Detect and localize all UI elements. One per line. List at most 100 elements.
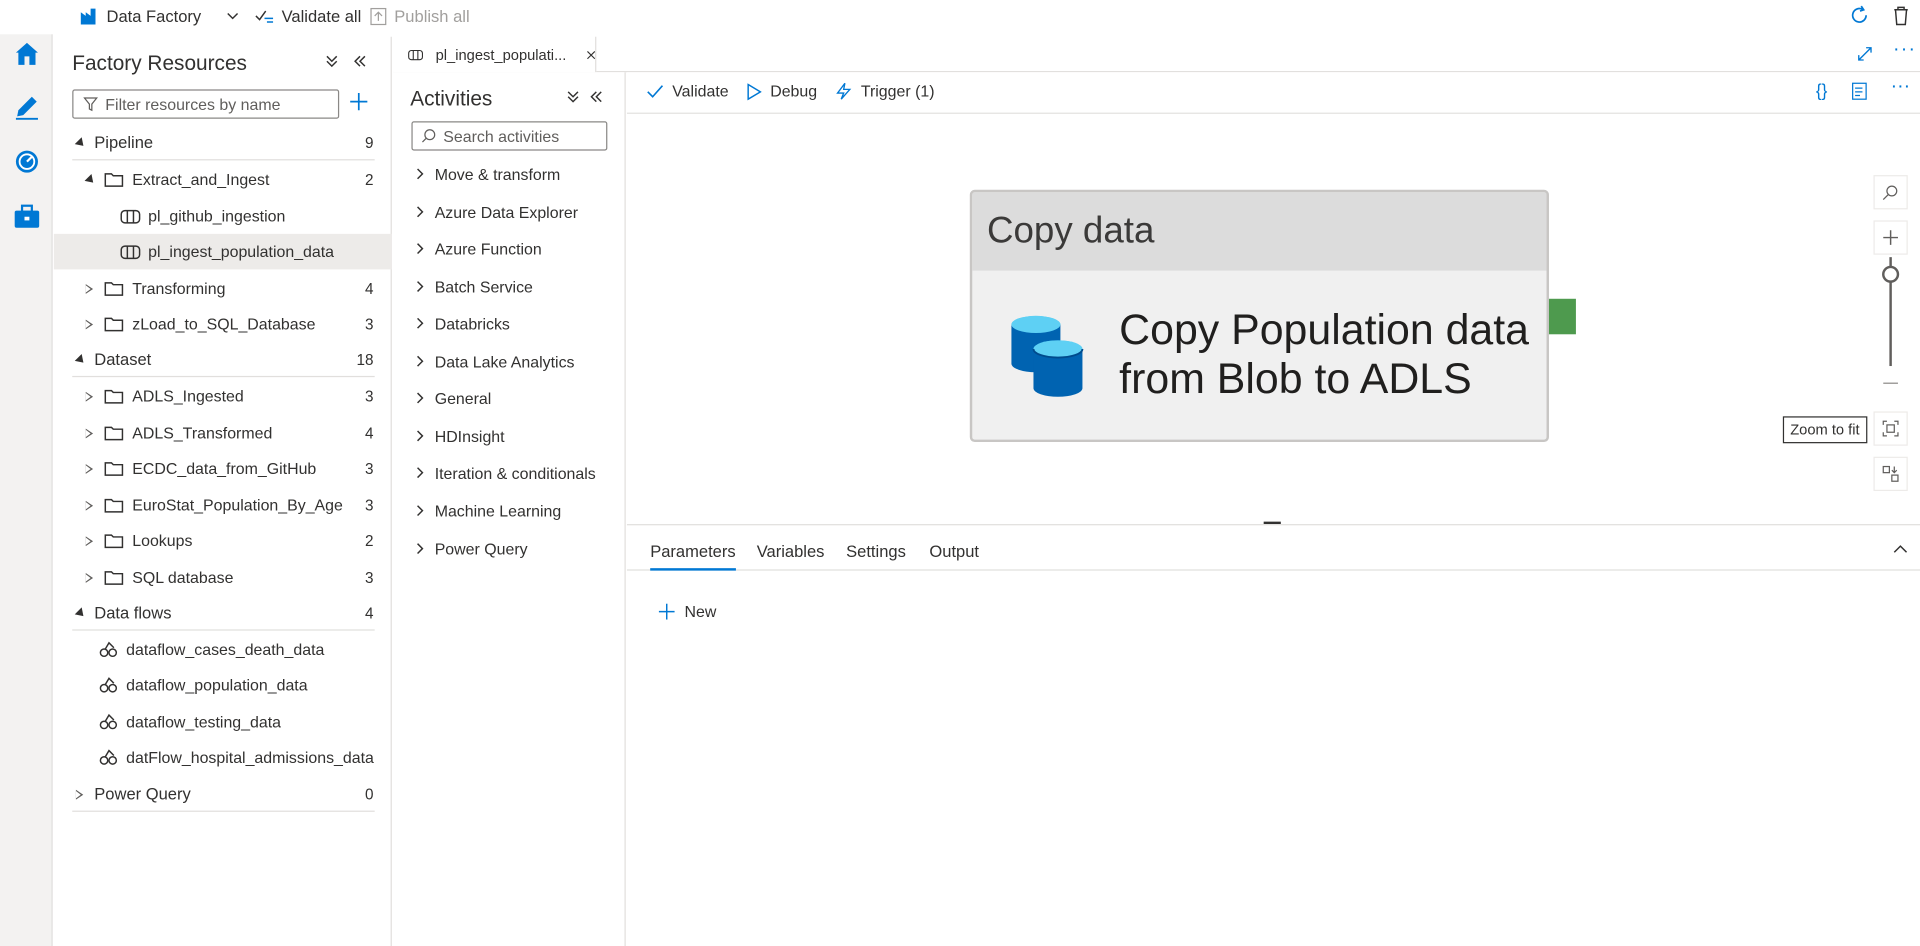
validate-all-button[interactable]: Validate all bbox=[255, 0, 361, 32]
discard-all-icon[interactable] bbox=[1892, 5, 1910, 26]
zoom-search-button[interactable] bbox=[1873, 175, 1908, 210]
author-pencil-icon[interactable] bbox=[10, 89, 44, 123]
activity-category[interactable]: Databricks bbox=[415, 311, 510, 335]
folder-icon bbox=[104, 426, 124, 440]
maximize-icon[interactable] bbox=[1858, 47, 1873, 62]
trigger-label: Trigger (1) bbox=[860, 82, 935, 101]
activity-category-label: Iteration & conditionals bbox=[434, 463, 596, 482]
activity-category-label: Power Query bbox=[434, 539, 528, 558]
activity-category[interactable]: Azure Function bbox=[415, 236, 542, 260]
search-activities-input[interactable]: Search activities bbox=[411, 121, 608, 151]
tab-pipeline[interactable]: pl_ingest_populati... bbox=[393, 36, 597, 73]
trigger-button[interactable]: Trigger (1) bbox=[835, 82, 935, 101]
publish-all-button[interactable]: Publish all bbox=[370, 0, 470, 32]
manage-toolbox-icon[interactable] bbox=[10, 200, 44, 234]
group-dataset[interactable]: Dataset 18 bbox=[54, 342, 392, 378]
folder-count: 2 bbox=[364, 532, 374, 550]
group-power-query[interactable]: Power Query 0 bbox=[54, 776, 392, 812]
folder-extract-and-ingest[interactable]: Extract_and_Ingest 2 bbox=[54, 162, 392, 198]
group-data-flows[interactable]: Data flows 4 bbox=[54, 595, 392, 631]
folder-dataset[interactable]: ECDC_data_from_GitHub 3 bbox=[54, 451, 392, 487]
folder-zload[interactable]: zLoad_to_SQL_Database 3 bbox=[54, 306, 392, 342]
dataflow-item[interactable]: dataflow_testing_data bbox=[54, 704, 392, 740]
group-pipeline[interactable]: Pipeline 9 bbox=[54, 125, 392, 161]
folder-dataset[interactable]: ADLS_Ingested 3 bbox=[54, 378, 392, 414]
code-braces-icon[interactable]: {} bbox=[1816, 81, 1827, 101]
publish-all-label: Publish all bbox=[394, 6, 470, 26]
debug-button[interactable]: Debug bbox=[747, 82, 817, 100]
folder-dataset[interactable]: ADLS_Transformed 4 bbox=[54, 415, 392, 451]
collapse-all-icon[interactable] bbox=[566, 89, 581, 104]
activity-category[interactable]: Power Query bbox=[415, 536, 528, 560]
validate-button[interactable]: Validate bbox=[647, 82, 729, 100]
activity-category[interactable]: Move & transform bbox=[415, 162, 560, 186]
factory-resources-title: Factory Resources bbox=[72, 51, 247, 75]
collapse-all-icon[interactable] bbox=[324, 54, 339, 69]
folder-count: 4 bbox=[364, 279, 374, 297]
collapse-panel-icon[interactable] bbox=[589, 89, 604, 104]
folder-dataset[interactable]: EuroStat_Population_By_Age 3 bbox=[54, 487, 392, 523]
zoom-out-button[interactable] bbox=[1873, 366, 1908, 401]
activity-category[interactable]: General bbox=[415, 386, 491, 410]
folder-transforming[interactable]: Transforming 4 bbox=[54, 271, 392, 307]
activity-category[interactable]: Batch Service bbox=[415, 274, 533, 298]
pipeline-item[interactable]: pl_github_ingestion bbox=[54, 198, 392, 234]
group-data-flows-label: Data flows bbox=[94, 603, 172, 623]
zoom-slider-thumb[interactable] bbox=[1882, 265, 1900, 283]
activity-category[interactable]: Machine Learning bbox=[415, 498, 561, 522]
activity-category[interactable]: Azure Data Explorer bbox=[415, 200, 578, 224]
dataflow-icon bbox=[99, 713, 118, 730]
data-factory-selector[interactable]: Data Factory bbox=[80, 0, 241, 32]
chevron-right-icon bbox=[417, 392, 424, 404]
factory-icon bbox=[80, 8, 96, 25]
folder-label: zLoad_to_SQL_Database bbox=[132, 314, 316, 334]
dataflow-item[interactable]: dataflow_cases_death_data bbox=[54, 632, 392, 668]
folder-label: Extract_and_Ingest bbox=[132, 170, 270, 189]
close-tab-icon[interactable] bbox=[586, 48, 595, 60]
activity-category-label: Machine Learning bbox=[434, 501, 562, 520]
dataflow-item[interactable]: dataflow_population_data bbox=[54, 667, 392, 703]
folder-dataset[interactable]: Lookups 2 bbox=[54, 523, 392, 559]
folder-count: 3 bbox=[364, 387, 374, 405]
home-icon[interactable] bbox=[10, 37, 44, 71]
activity-category[interactable]: Data Lake Analytics bbox=[415, 349, 575, 373]
expanded-arrow-icon bbox=[74, 606, 87, 619]
zoom-to-fit-button[interactable] bbox=[1873, 411, 1908, 446]
folder-label: Lookups bbox=[132, 531, 193, 550]
activity-category[interactable]: HDInsight bbox=[415, 424, 505, 448]
zoom-in-button[interactable] bbox=[1873, 220, 1908, 255]
collapse-panel-icon[interactable] bbox=[353, 54, 368, 69]
copy-data-activity[interactable]: Copy data Copy Population data from Blob… bbox=[969, 189, 1549, 443]
tab-parameters[interactable]: Parameters bbox=[650, 542, 736, 571]
dataflow-item[interactable]: datFlow_hospital_admissions_data bbox=[54, 740, 392, 776]
collapsed-arrow-icon bbox=[75, 789, 84, 799]
pipeline-item-selected[interactable]: pl_ingest_population_data bbox=[53, 233, 392, 270]
add-resource-icon[interactable] bbox=[349, 92, 369, 112]
folder-icon bbox=[104, 498, 124, 512]
group-power-query-count: 0 bbox=[364, 785, 374, 803]
database-icon bbox=[1011, 315, 1084, 397]
auto-align-button[interactable] bbox=[1873, 456, 1908, 492]
refresh-icon[interactable] bbox=[1849, 5, 1870, 26]
monitor-gauge-icon[interactable] bbox=[10, 144, 44, 178]
group-pipeline-label: Pipeline bbox=[94, 133, 154, 152]
new-parameter-button[interactable]: New bbox=[658, 602, 716, 621]
folder-dataset[interactable]: SQL database 3 bbox=[54, 560, 392, 596]
activity-output-port[interactable] bbox=[1548, 298, 1576, 335]
folder-icon bbox=[104, 461, 124, 476]
pipeline-canvas[interactable]: Copy data Copy Population data from Blob… bbox=[626, 113, 1920, 525]
chevron-right-icon bbox=[417, 355, 424, 367]
more-options-icon[interactable]: ··· bbox=[1893, 39, 1916, 61]
activity-category[interactable]: Iteration & conditionals bbox=[415, 460, 596, 484]
tab-settings[interactable]: Settings bbox=[846, 542, 906, 560]
properties-icon[interactable] bbox=[1851, 82, 1869, 100]
folder-icon bbox=[104, 317, 124, 331]
folder-count: 3 bbox=[364, 315, 374, 333]
folder-icon bbox=[104, 389, 124, 403]
tab-variables[interactable]: Variables bbox=[757, 542, 825, 560]
tab-output[interactable]: Output bbox=[929, 542, 979, 560]
collapse-panel-icon[interactable] bbox=[1893, 544, 1908, 554]
more-options-icon[interactable]: ··· bbox=[1891, 76, 1911, 98]
zoom-to-fit-tooltip: Zoom to fit bbox=[1782, 416, 1867, 444]
filter-resources-input[interactable]: Filter resources by name bbox=[72, 89, 340, 119]
